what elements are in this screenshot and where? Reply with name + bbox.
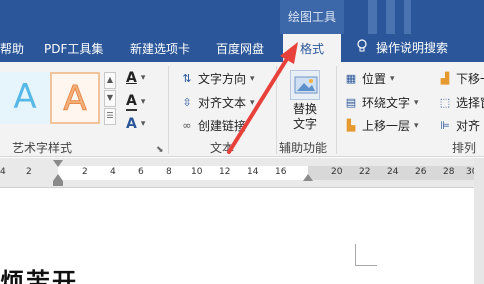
send-backward-icon: ▟ <box>440 71 450 85</box>
tell-me-search[interactable]: 操作说明搜索 <box>356 39 448 56</box>
wrap-text-label: 环绕文字 <box>362 96 411 110</box>
chevron-down-icon: ▾ <box>250 73 255 84</box>
decoration-bar <box>368 0 377 34</box>
chevron-down-icon: ▾ <box>250 97 255 108</box>
ruler-tick: 8 <box>166 167 172 177</box>
chevron-down-icon: ▾ <box>140 97 146 107</box>
ruler-tick: 2 <box>82 167 88 177</box>
ruler-tick: 6 <box>138 167 144 177</box>
gallery-scroll-down-button[interactable]: ▼ <box>104 90 116 107</box>
create-link-button[interactable]: ∞ 创建链接 <box>180 117 246 134</box>
margin-corner-mark <box>355 244 377 266</box>
hanging-indent-marker[interactable] <box>53 174 63 181</box>
drawing-tools-label: 绘图工具 <box>288 10 337 24</box>
bring-forward-icon: ▙ <box>346 118 356 132</box>
group-label-accessibility: 辅助功能 <box>279 141 328 155</box>
ruler-tick: 4 <box>110 167 116 177</box>
dialog-launcher-icon[interactable]: ⬊ <box>156 145 164 155</box>
chevron-down-icon: ▾ <box>140 73 146 83</box>
chevron-down-icon: ▾ <box>390 73 395 84</box>
ruler-tick: 12 <box>219 167 231 177</box>
group-label-wordart-styles: 艺术字样式 <box>12 141 73 155</box>
group-divider <box>276 66 277 154</box>
right-indent-marker[interactable] <box>303 174 313 181</box>
selection-pane-label: 选择窗 <box>456 96 484 110</box>
tab-format[interactable]: 格式 <box>283 34 341 62</box>
ruler-tick: 4 <box>0 167 6 177</box>
align-label: 对齐 <box>456 119 481 133</box>
selection-pane-button[interactable]: ⬚ 选择窗 <box>438 94 484 111</box>
send-backward-button[interactable]: ▟ 下移一 <box>438 70 484 87</box>
tab-help[interactable]: 帮助 <box>0 40 24 57</box>
ruler-tick: 16 <box>275 167 287 177</box>
ruler-tick: 22 <box>359 167 371 177</box>
tab-baidu-netdisk[interactable]: 百度网盘 <box>216 40 264 57</box>
alt-text-label-line2: 文字 <box>292 117 317 131</box>
title-strip <box>0 0 484 34</box>
gallery-expand-button[interactable]: ☰ <box>104 108 116 125</box>
decoration-bar <box>386 0 395 34</box>
align-button[interactable]: ⊫ 对齐 <box>438 117 480 134</box>
wrap-text-icon: ▤ <box>345 95 357 109</box>
text-effects-button[interactable]: A ▾ <box>126 116 145 132</box>
lightbulb-icon <box>356 39 368 56</box>
wordart-style-sample[interactable]: A <box>50 72 100 124</box>
group-label-text: 文本 <box>210 141 235 155</box>
alt-text-button[interactable]: 替换 文字 <box>284 70 326 132</box>
text-fill-icon: A <box>126 70 137 86</box>
bring-forward-label: 上移一层 <box>362 119 411 133</box>
first-line-indent-marker[interactable] <box>53 160 63 167</box>
send-backward-label: 下移一 <box>456 72 484 86</box>
bring-forward-button[interactable]: ▙ 上移一层 ▾ <box>344 117 419 134</box>
decoration-bar <box>404 0 411 34</box>
vertical-scroll-edge[interactable] <box>474 158 484 284</box>
wrap-text-button[interactable]: ▤ 环绕文字 ▾ <box>344 94 419 111</box>
group-divider <box>168 66 169 154</box>
text-direction-button[interactable]: ⇅ 文字方向 ▾ <box>180 70 255 87</box>
wordart-style-sample[interactable]: A <box>0 72 50 124</box>
position-button[interactable]: ▦ 位置 ▾ <box>344 70 395 87</box>
group-label-arrange: 排列 <box>452 141 477 155</box>
align-text-button[interactable]: ⇳ 对齐文本 ▾ <box>180 94 255 111</box>
link-icon: ∞ <box>182 118 192 132</box>
ruler-tick: 28 <box>443 167 455 177</box>
align-text-label: 对齐文本 <box>198 96 247 110</box>
position-label: 位置 <box>362 72 387 86</box>
text-direction-icon: ⇅ <box>182 71 192 85</box>
ruler-tick: 20 <box>331 167 343 177</box>
alt-text-icon <box>290 70 320 100</box>
ruler-text-area <box>58 166 308 180</box>
chevron-down-icon: ▾ <box>140 119 146 129</box>
text-effects-icon: A <box>126 116 137 132</box>
document-heading: 烦苦开 <box>0 268 78 284</box>
position-icon: ▦ <box>345 71 357 85</box>
alt-text-label-line1: 替换 <box>292 102 317 116</box>
ruler-tick: 14 <box>247 167 259 177</box>
tab-pdf-tools[interactable]: PDF工具集 <box>44 40 103 57</box>
align-icon: ⊫ <box>440 118 450 132</box>
ruler-tick: 24 <box>387 167 399 177</box>
text-outline-button[interactable]: A ▾ <box>126 93 145 111</box>
left-indent-marker[interactable] <box>53 181 63 186</box>
chevron-down-icon: ▾ <box>414 120 419 131</box>
ruler-tick: 26 <box>415 167 427 177</box>
group-divider <box>336 66 337 154</box>
gallery-scroll-up-button[interactable]: ▲ <box>104 72 116 89</box>
tab-new-tab[interactable]: 新建选项卡 <box>130 40 190 57</box>
ruler-tick: 10 <box>191 167 203 177</box>
selection-pane-icon: ⬚ <box>439 95 451 109</box>
chevron-down-icon: ▾ <box>414 97 419 108</box>
text-fill-button[interactable]: A ▾ <box>126 70 145 86</box>
tell-me-label: 操作说明搜索 <box>376 41 449 55</box>
text-outline-icon: A <box>126 93 137 111</box>
text-direction-label: 文字方向 <box>198 72 247 86</box>
align-text-icon: ⇳ <box>182 95 192 109</box>
ruler-tick: 2 <box>26 167 32 177</box>
create-link-label: 创建链接 <box>198 119 247 133</box>
